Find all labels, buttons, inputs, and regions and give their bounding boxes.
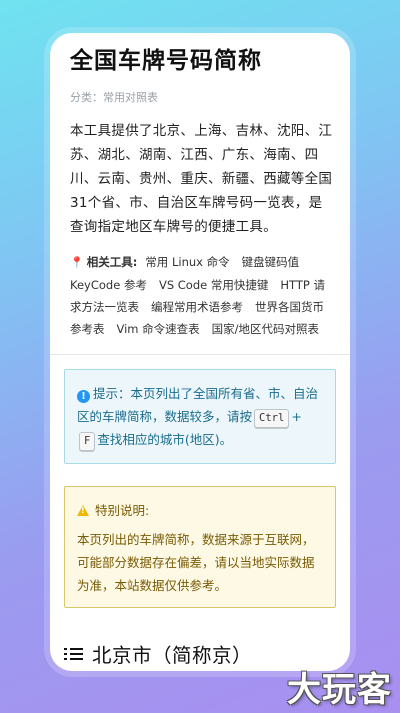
plus-sign: +: [291, 409, 302, 424]
related-link-linux[interactable]: 常用 Linux 命令: [145, 255, 229, 269]
warning-icon: [77, 505, 89, 516]
section-title: 北京市（简称京）: [92, 644, 253, 667]
divider: [50, 354, 350, 355]
related-link-vscode[interactable]: VS Code 常用快捷键: [159, 278, 268, 292]
pin-icon: 📍: [70, 256, 84, 269]
ctrl-key: Ctrl: [254, 409, 290, 428]
related-link-vim[interactable]: Vim 命令速查表: [117, 322, 200, 336]
f-key: F: [79, 432, 96, 451]
tip-text-after: 查找相应的城市(地区)。: [97, 432, 233, 447]
related-link-terms[interactable]: 编程常用术语参考: [151, 300, 243, 314]
section-heading: 北京市（简称京）: [64, 639, 252, 668]
list-icon: [64, 646, 84, 662]
page-title: 全国车牌号码简称: [70, 48, 262, 74]
tip-box: ! 提示：本页列出了全国所有省、市、自治区的车牌简称，数据较多，请按 Ctrl + F 查…: [64, 369, 336, 464]
related-link-country-code[interactable]: 国家/地区代码对照表: [212, 322, 319, 336]
watermark-logo: 大玩客: [287, 670, 392, 710]
notice-box: 特别说明: 本页列出的车牌简称，数据来源于互联网，可能部分数据存在偏差，请以当地…: [64, 486, 336, 608]
notice-body: 本页列出的车牌简称，数据来源于互联网，可能部分数据存在偏差，请以当地实际数据为准…: [77, 532, 315, 593]
related-label: 相关工具:: [86, 255, 138, 269]
notice-title-row: 特别说明:: [77, 499, 323, 522]
info-icon: !: [77, 390, 90, 403]
intro-text: 本工具提供了北京、上海、吉林、沈阳、江苏、湖北、湖南、江西、广东、海南、四川、云…: [70, 123, 333, 235]
related-tools: 📍 相关工具: 常用 Linux 命令 键盘键码值 KeyCode 参考 VS Code…: [70, 251, 334, 340]
category-label[interactable]: 分类：常用对照表: [70, 89, 334, 105]
notice-title: 特别说明:: [95, 503, 150, 518]
content-card: 全国车牌号码简称 分类：常用对照表 本工具提供了北京、上海、吉林、沈阳、江苏、湖…: [50, 33, 350, 671]
header-area: 全国车牌号码简称 分类：常用对照表 本工具提供了北京、上海、吉林、沈阳、江苏、湖…: [50, 33, 350, 340]
